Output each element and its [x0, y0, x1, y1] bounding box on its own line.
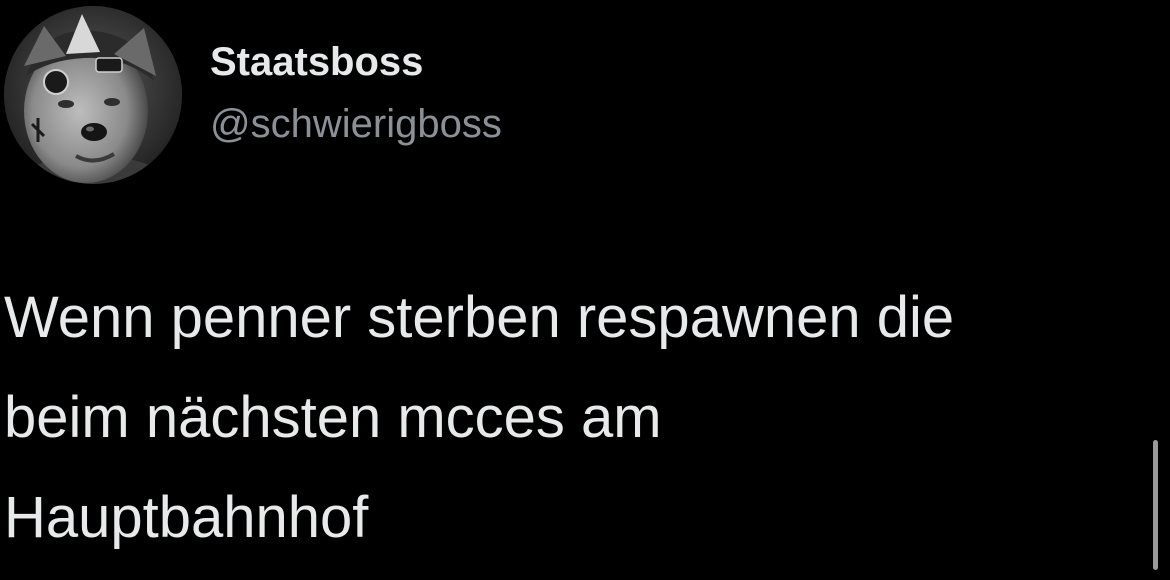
avatar-photo-icon: [4, 6, 182, 184]
avatar[interactable]: [4, 6, 182, 184]
user-handle[interactable]: @schwierigboss: [210, 100, 502, 148]
tweet-card: Staatsboss @schwierigboss Wenn penner st…: [0, 0, 1170, 580]
scrollbar[interactable]: [1153, 440, 1158, 570]
tweet-text-line: Wenn penner sterben respawnen die: [4, 285, 955, 350]
user-info: Staatsboss @schwierigboss: [210, 38, 502, 148]
tweet-text-line: Hauptbahnhof: [4, 485, 369, 550]
tweet-text: Wenn penner sterben respawnen die beim n…: [4, 268, 1154, 568]
display-name[interactable]: Staatsboss: [210, 38, 502, 86]
tweet-text-line: beim nächsten mcces am: [4, 385, 662, 450]
